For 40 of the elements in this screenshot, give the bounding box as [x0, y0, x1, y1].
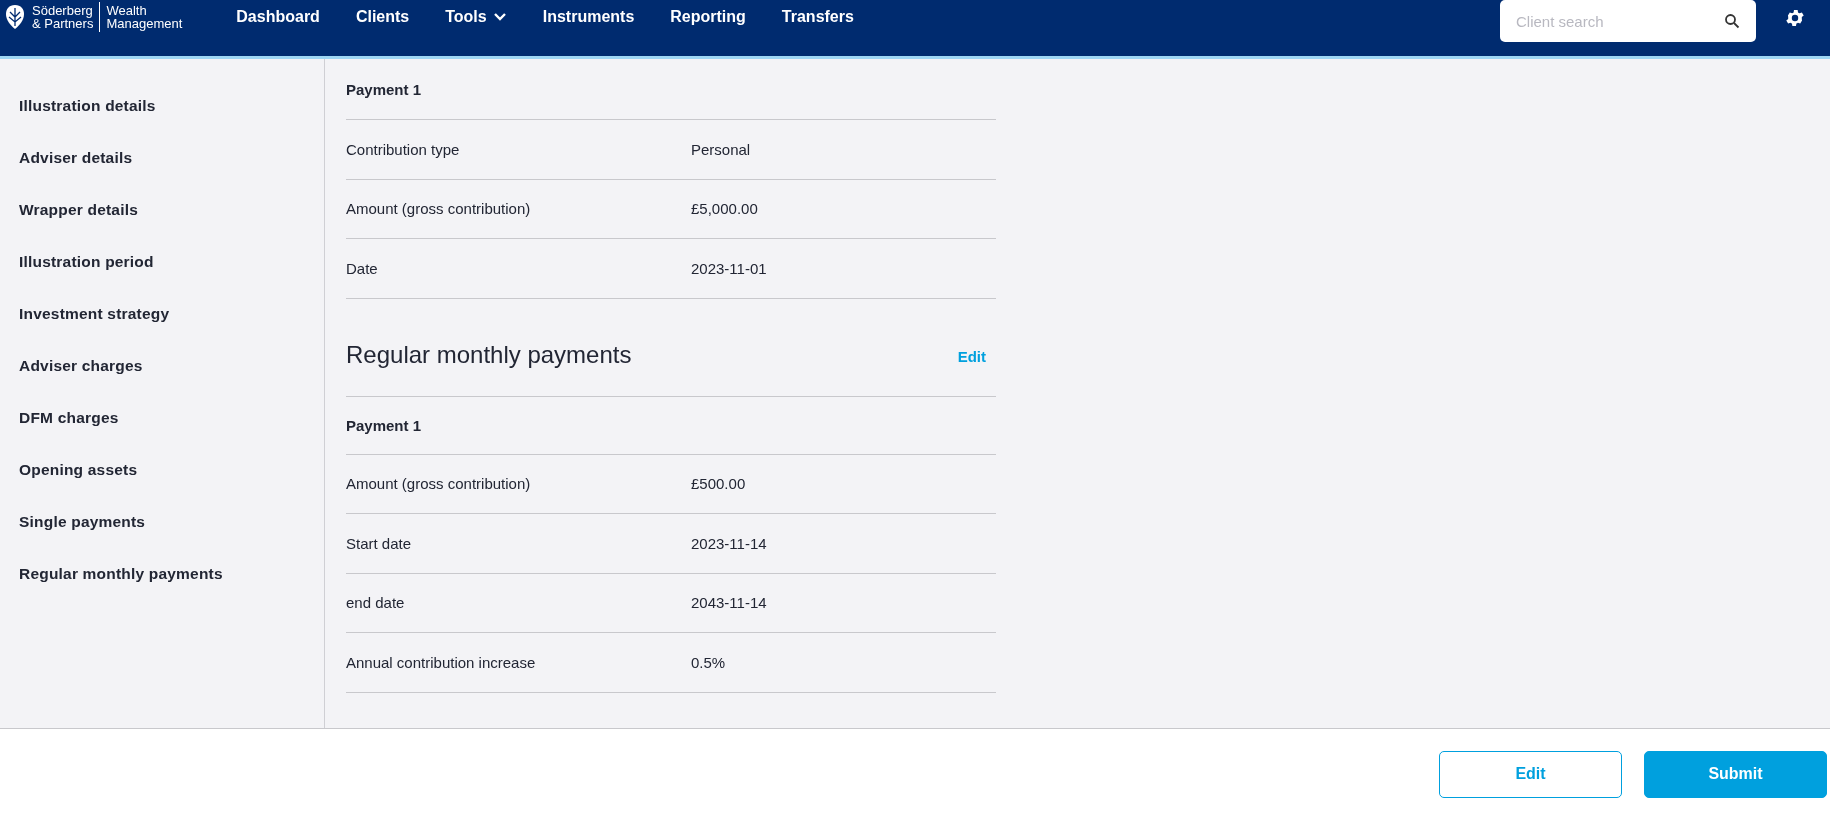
chevron-down-icon: [492, 12, 507, 22]
field-label: Amount (gross contribution): [346, 200, 532, 218]
sidebar-item[interactable]: Illustration period: [19, 253, 154, 271]
nav-link[interactable]: Transfers: [763, 0, 872, 34]
sidebar-item[interactable]: DFM charges: [19, 409, 119, 427]
client-search-field[interactable]: Client search: [1500, 0, 1756, 42]
field-label: Amount (gross contribution): [346, 475, 532, 493]
field-label: Contribution type: [346, 140, 461, 158]
field-value: 2023-11-01: [691, 259, 767, 277]
brand-name: Söderberg & Partners: [32, 4, 94, 30]
division-name: Wealth Management: [106, 4, 183, 30]
nav-link[interactable]: Instruments: [524, 0, 653, 34]
sidebar-item[interactable]: Opening assets: [19, 461, 138, 479]
nav-link[interactable]: Reporting: [652, 0, 764, 34]
field-value: £500.00: [691, 475, 746, 493]
settings-icon[interactable]: [1784, 7, 1806, 29]
field-value: 2043-11-14: [691, 594, 767, 612]
sidebar-item[interactable]: Investment strategy: [19, 305, 170, 323]
sidebar-item[interactable]: Illustration details: [19, 97, 156, 115]
field-value: £5,000.00: [691, 200, 758, 218]
field-label: Annual contribution increase: [346, 653, 537, 671]
field-label: end date: [346, 594, 406, 612]
field-value: 0.5%: [691, 653, 726, 671]
payment-title: Payment 1: [346, 416, 422, 434]
field-label: Date: [346, 259, 379, 277]
sidebar-item[interactable]: Single payments: [19, 513, 146, 531]
nav-link[interactable]: Tools: [427, 0, 525, 34]
field-label: Start date: [346, 534, 413, 552]
nav-link[interactable]: Clients: [337, 0, 428, 34]
sidebar-item[interactable]: Wrapper details: [19, 201, 138, 219]
payment-title: Payment 1: [346, 80, 422, 98]
search-icon: [1724, 13, 1740, 29]
field-value: 2023-11-14: [691, 534, 767, 552]
logo-icon: [4, 4, 26, 30]
field-value: Personal: [691, 140, 751, 158]
nav-link[interactable]: Dashboard: [218, 0, 338, 34]
sidebar-item[interactable]: Adviser charges: [19, 357, 143, 375]
sidebar-item[interactable]: Regular monthly payments: [19, 565, 223, 583]
section-heading: Regular monthly payments: [346, 340, 632, 369]
sidebar-item[interactable]: Adviser details: [19, 149, 133, 167]
